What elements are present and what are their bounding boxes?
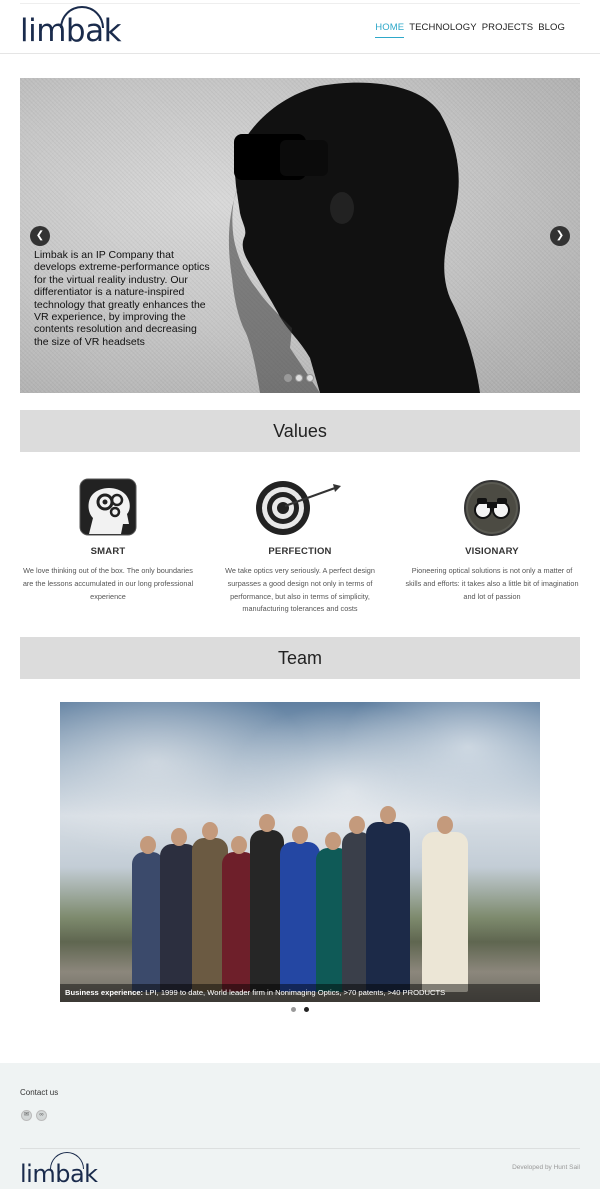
member-head [202, 822, 218, 840]
link-icon[interactable]: ∞ [36, 1110, 47, 1121]
nav-blog[interactable]: BLOG [538, 22, 565, 38]
value-smart: SMART We love thinking out of the box. T… [20, 478, 196, 616]
footer-divider [20, 1148, 580, 1149]
logo-text: limbak [20, 13, 122, 49]
value-description: We take optics very seriously. A perfect… [225, 566, 375, 614]
value-title: VISIONARY [465, 546, 519, 557]
binoculars-icon [464, 480, 520, 536]
team-pagination [291, 1007, 309, 1012]
team-member [366, 806, 410, 992]
nav-home[interactable]: HOME [375, 22, 405, 38]
hero-dot-2[interactable] [295, 374, 303, 382]
head-gears-icon [79, 478, 137, 536]
member-head [140, 836, 156, 854]
team-dot-1[interactable] [291, 1007, 296, 1012]
values-section: SMART We love thinking out of the box. T… [20, 478, 580, 616]
hero-dot-3[interactable] [306, 374, 314, 382]
team-photo-slider: Business experience: LPI, 1999 to date, … [60, 702, 540, 1002]
member-head [380, 806, 396, 824]
footer-logo-text: limbak [20, 1160, 98, 1188]
value-perfection: PERFECTION We take optics very seriously… [212, 478, 388, 616]
team-member [422, 816, 468, 992]
value-title: SMART [90, 546, 126, 557]
site-header: limbak HOME TECHNOLOGY PROJECTS BLOG [0, 0, 600, 54]
member-head [325, 832, 341, 850]
value-title: PERFECTION [268, 546, 332, 557]
hero-pagination [284, 374, 314, 382]
footer-logo[interactable]: limbak [20, 1152, 98, 1188]
hero-next-button[interactable]: ❯ [550, 226, 570, 246]
member-head [349, 816, 365, 834]
value-description: Pioneering optical solutions is not only… [405, 566, 579, 601]
chevron-left-icon: ❮ [35, 230, 45, 241]
nav-projects[interactable]: PROJECTS [482, 22, 533, 38]
chevron-right-icon: ❯ [555, 230, 565, 241]
header-top-rule [20, 3, 580, 4]
social-links: ✉ ∞ [21, 1110, 47, 1121]
caption-text: LPI, 1999 to date, World leader firm in … [143, 988, 446, 997]
caption-label: Business experience: [65, 988, 144, 997]
member-head [171, 828, 187, 846]
mail-icon[interactable]: ✉ [21, 1110, 32, 1121]
main-nav: HOME TECHNOLOGY PROJECTS BLOG [375, 22, 565, 38]
site-footer: Contact us ✉ ∞ limbak Developed by Hunt … [0, 1063, 600, 1189]
site-logo[interactable]: limbak [20, 6, 122, 50]
hero-prev-button[interactable]: ❮ [30, 226, 50, 246]
member-head [292, 826, 308, 844]
member-head [437, 816, 453, 834]
team-member [250, 814, 284, 992]
team-member [280, 826, 320, 992]
team-group [130, 802, 490, 992]
hero-dot-1[interactable] [284, 374, 292, 382]
developer-credit: Developed by Hunt Sail [512, 1164, 580, 1171]
team-dot-2[interactable] [304, 1007, 309, 1012]
values-heading: Values [20, 410, 580, 452]
member-head [231, 836, 247, 854]
hero-description: Limbak is an IP Company that develops ex… [34, 249, 210, 348]
nav-technology[interactable]: TECHNOLOGY [409, 22, 477, 38]
hero-slider: Limbak is an IP Company that develops ex… [20, 78, 580, 393]
value-description: We love thinking out of the box. The onl… [22, 566, 194, 601]
team-heading: Team [20, 637, 580, 679]
value-visionary: VISIONARY Pioneering optical solutions i… [404, 478, 580, 616]
team-caption: Business experience: LPI, 1999 to date, … [60, 984, 540, 1002]
target-arrow-icon [256, 481, 341, 535]
contact-label: Contact us [20, 1088, 59, 1097]
member-head [259, 814, 275, 832]
